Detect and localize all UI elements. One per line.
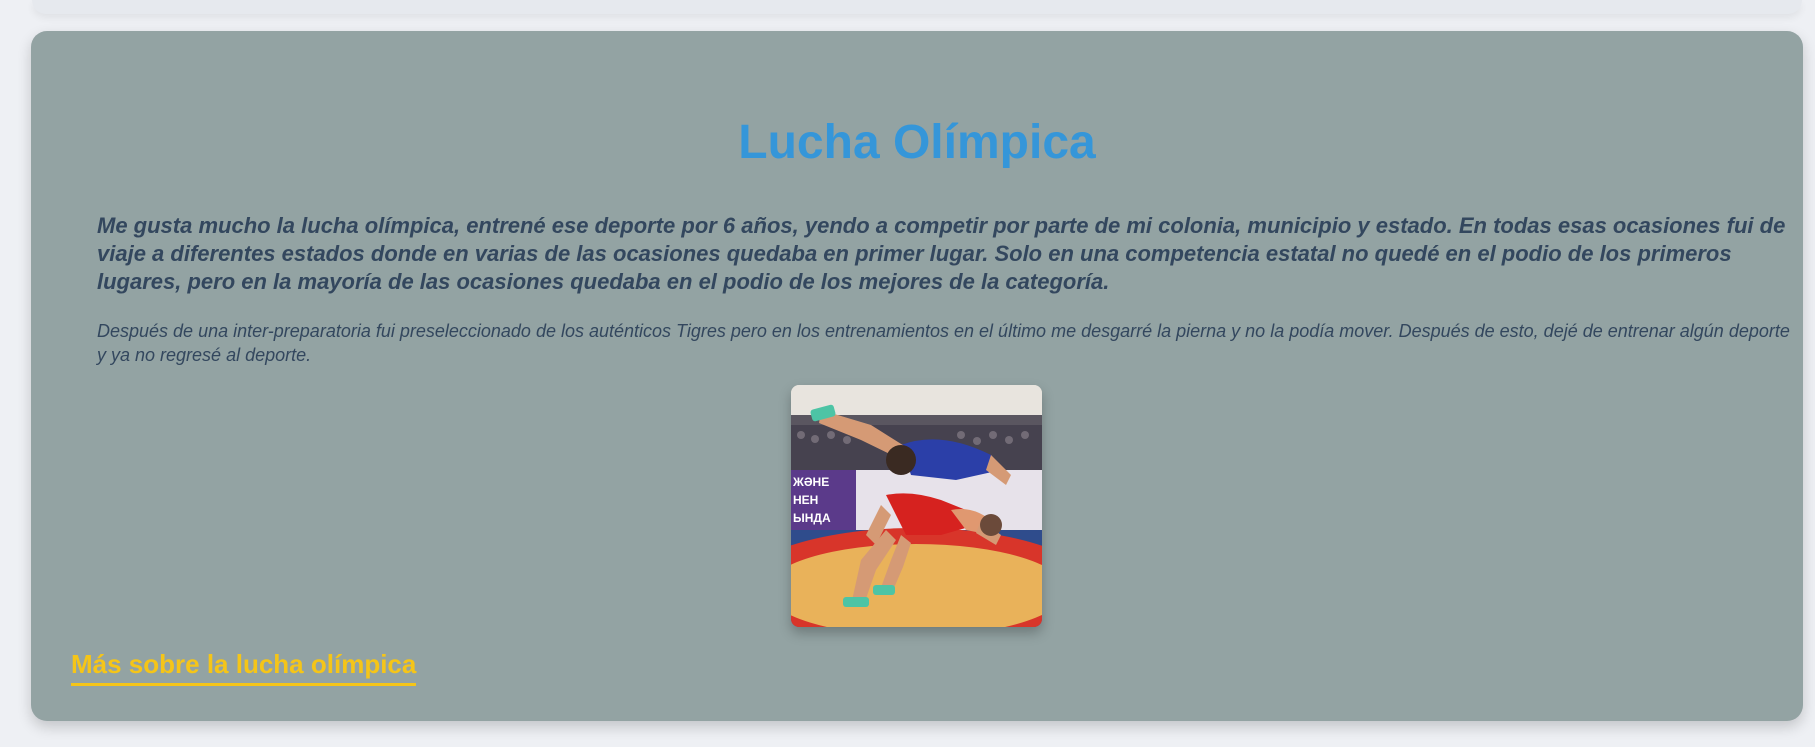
- card-title: Lucha Olímpica: [738, 116, 1096, 169]
- banner-line-1: ЖӘНЕ: [792, 475, 829, 489]
- more-about-wrestling-link[interactable]: Más sobre la lucha olímpica: [71, 649, 417, 686]
- wrestling-photo: ЖӘНЕ НЕН ЫНДА: [791, 385, 1042, 627]
- wrestling-card: Lucha Olímpica Me gusta mucho la lucha o…: [31, 31, 1803, 721]
- banner-line-3: ЫНДА: [793, 511, 831, 525]
- secondary-paragraph: Después de una inter-preparatoria fui pr…: [97, 321, 1790, 365]
- previous-card-edge: [32, 0, 1802, 14]
- banner-line-2: НЕН: [793, 493, 818, 507]
- intro-paragraph: Me gusta mucho la lucha olímpica, entren…: [97, 213, 1786, 294]
